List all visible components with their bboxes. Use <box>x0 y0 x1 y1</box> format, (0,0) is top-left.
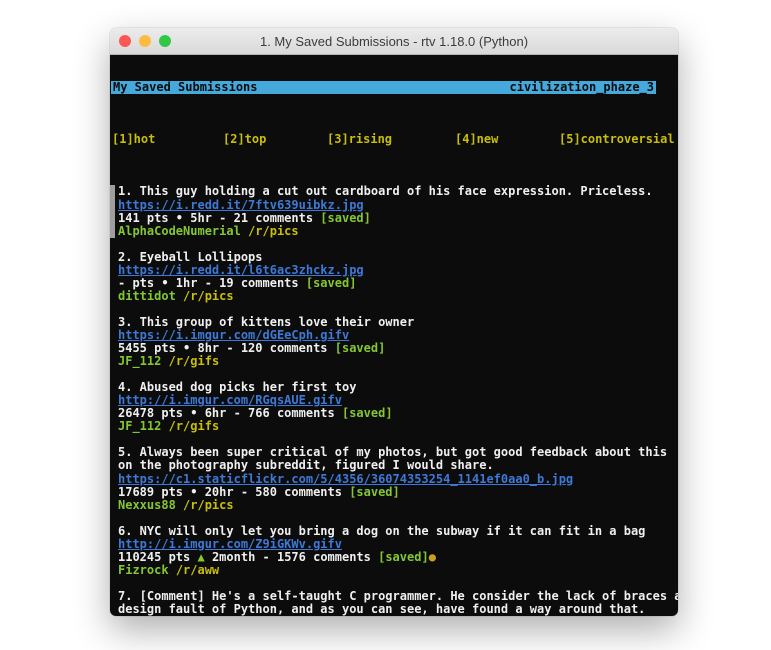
info-segment: 17689 pts • 20hr - 580 comments <box>118 486 349 499</box>
submission-link[interactable]: http://i.imgur.com/RGqsAUE.gifv <box>118 394 342 407</box>
tab-rising[interactable]: [3]rising <box>327 133 392 146</box>
submission-author: dittidot <box>118 290 176 303</box>
terminal-window: 1. My Saved Submissions - rtv 1.18.0 (Py… <box>110 28 678 616</box>
submission-byline: Fizrock /r/aww <box>118 564 678 577</box>
submission-byline: dittidot /r/pics <box>118 290 678 303</box>
submission-subreddit: /r/aww <box>176 564 219 577</box>
submission-byline: JF_112 /r/gifs <box>118 355 678 368</box>
gilded-icon: ● <box>429 551 436 564</box>
submission-title: 2. Eyeball Lollipops <box>118 251 678 264</box>
submission-item[interactable]: 2. Eyeball Lollipopshttps://i.redd.it/l6… <box>111 251 678 303</box>
info-segment: 141 pts • 5hr - 21 comments <box>118 212 320 225</box>
info-segment: 26478 pts • 6hr - 766 comments <box>118 407 342 420</box>
submission-subreddit: /r/gifs <box>169 420 220 433</box>
info-segment: - pts • 1hr - 19 comments <box>118 277 306 290</box>
submission-author: Fizrock <box>118 564 169 577</box>
submission-title: 1. This guy holding a cut out cardboard … <box>118 185 678 198</box>
submission-title: 5. Always been super critical of my phot… <box>118 446 678 459</box>
status-bar-username: civilization_phaze_3 <box>510 81 655 94</box>
submission-info: - pts • 1hr - 19 comments [saved] <box>118 277 678 290</box>
blank-line <box>111 238 678 251</box>
blank-line <box>111 368 678 381</box>
submission-info: 5455 pts • 8hr - 120 comments [saved] <box>118 342 678 355</box>
zoom-button[interactable] <box>159 35 171 47</box>
blank-line <box>111 512 678 525</box>
submission-item[interactable]: 7. [Comment] He's a self-taught C progra… <box>111 590 678 616</box>
status-bar-title: My Saved Submissions <box>113 81 258 94</box>
tab-top[interactable]: [2]top <box>223 133 266 146</box>
submission-item[interactable]: 3. This group of kittens love their owne… <box>111 316 678 368</box>
info-segment: [saved] <box>320 212 371 225</box>
info-segment: [saved] <box>335 342 386 355</box>
submission-link[interactable]: https://c1.staticflickr.com/5/4356/36074… <box>118 473 573 486</box>
submission-subreddit: /r/pics <box>248 225 299 238</box>
info-segment: 110245 pts <box>118 551 197 564</box>
submission-link[interactable]: https://i.redd.it/7ftv639uibkz.jpg <box>118 199 364 212</box>
status-bar: My Saved Submissions civilization_phaze_… <box>111 81 656 94</box>
submission-info: 110245 pts ▲ 2month - 1576 comments [sav… <box>118 551 678 564</box>
submission-item[interactable]: 1. This guy holding a cut out cardboard … <box>111 185 678 237</box>
submission-link[interactable]: https://i.redd.it/l6t6ac3zhckz.jpg <box>118 264 364 277</box>
submission-byline: JF_112 /r/gifs <box>118 420 678 433</box>
submission-title: 3. This group of kittens love their owne… <box>118 316 678 329</box>
info-segment: [saved] <box>342 407 393 420</box>
blank-line <box>111 577 678 590</box>
info-segment: [saved] <box>378 551 429 564</box>
close-button[interactable] <box>119 35 131 47</box>
submission-author: JF_112 <box>118 420 161 433</box>
tab-bar: [1]hot [2]top [3]rising [4]new [5]controvers… <box>111 133 678 146</box>
submission-item[interactable]: 4. Abused dog picks her first toyhttp://… <box>111 381 678 433</box>
window-titlebar[interactable]: 1. My Saved Submissions - rtv 1.18.0 (Py… <box>110 28 678 55</box>
submission-title: design fault of Python, and as you can s… <box>118 603 678 616</box>
submission-item[interactable]: 6. NYC will only let you bring a dog on … <box>111 525 678 577</box>
tab-hot[interactable]: [1]hot <box>112 133 155 146</box>
submission-byline: AlphaCodeNumerial /r/pics <box>118 225 678 238</box>
submission-info: 26478 pts • 6hr - 766 comments [saved] <box>118 407 678 420</box>
traffic-lights <box>119 35 171 47</box>
info-segment: [saved] <box>349 486 400 499</box>
submission-link[interactable]: http://i.imgur.com/Z9iGKWv.gifv <box>118 538 342 551</box>
submission-title: 4. Abused dog picks her first toy <box>118 381 678 394</box>
info-segment: 5455 pts • 8hr - 120 comments <box>118 342 335 355</box>
blank-line <box>111 433 678 446</box>
submission-subreddit: /r/pics <box>183 290 234 303</box>
submission-byline: Nexxus88 /r/pics <box>118 499 678 512</box>
info-segment: 2month - 1576 comments <box>205 551 378 564</box>
upvote-arrow-icon: ▲ <box>197 551 204 564</box>
submission-author: AlphaCodeNumerial <box>118 225 241 238</box>
minimize-button[interactable] <box>139 35 151 47</box>
submission-author: Nexxus88 <box>118 499 176 512</box>
tab-controversial[interactable]: [5]controversial <box>559 133 675 146</box>
submission-author: JF_112 <box>118 355 161 368</box>
submission-link[interactable]: https://i.imgur.com/dGEeCph.gifv <box>118 329 349 342</box>
submission-title: 6. NYC will only let you bring a dog on … <box>118 525 678 538</box>
terminal-screen: My Saved Submissions civilization_phaze_… <box>110 55 678 616</box>
submission-title: on the photography subreddit, figured I … <box>118 459 678 472</box>
submission-item[interactable]: 5. Always been super critical of my phot… <box>111 446 678 511</box>
submission-info: 141 pts • 5hr - 21 comments [saved] <box>118 212 678 225</box>
submission-list: 1. This guy holding a cut out cardboard … <box>111 185 678 616</box>
tab-new[interactable]: [4]new <box>455 133 498 146</box>
info-segment: [saved] <box>306 277 357 290</box>
submission-title: 7. [Comment] He's a self-taught C progra… <box>118 590 678 603</box>
blank-line <box>111 303 678 316</box>
submission-subreddit: /r/gifs <box>169 355 220 368</box>
submission-subreddit: /r/pics <box>183 499 234 512</box>
window-title: 1. My Saved Submissions - rtv 1.18.0 (Py… <box>260 34 528 49</box>
submission-info: 17689 pts • 20hr - 580 comments [saved] <box>118 486 678 499</box>
